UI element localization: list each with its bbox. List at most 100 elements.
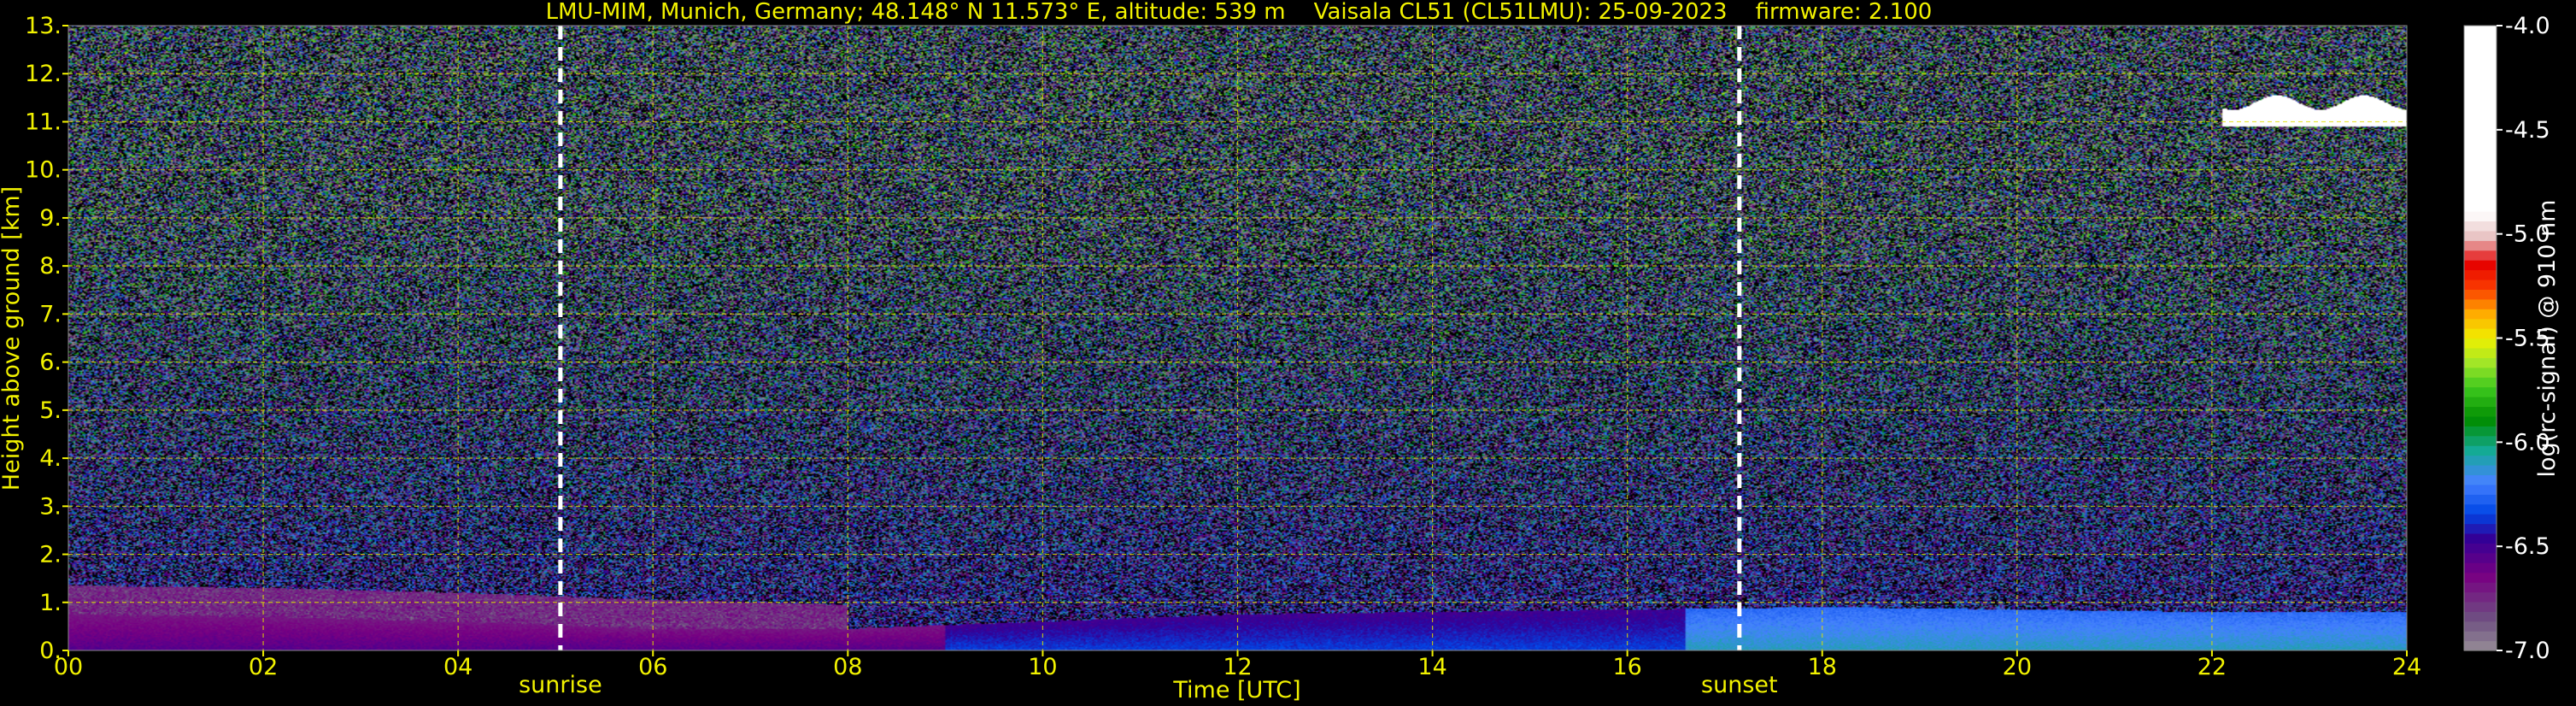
colorbar-segment — [2464, 44, 2497, 56]
x-tick-label: 10 — [1028, 654, 1057, 680]
colorbar-segment — [2464, 523, 2497, 534]
y-tick-label: 4. — [39, 445, 62, 472]
colorbar-segment — [2464, 162, 2497, 173]
y-tick-label: 5. — [39, 397, 62, 424]
colorbar-segment — [2464, 64, 2497, 75]
colorbar-segment — [2464, 328, 2497, 339]
y-tick-label: 10. — [25, 157, 62, 184]
y-tick-label: 11. — [25, 109, 62, 135]
x-tick-label: 20 — [2003, 654, 2032, 680]
x-tick-label: 22 — [2198, 654, 2227, 680]
colorbar-segment — [2464, 84, 2497, 95]
chart-title: LMU-MIM, Munich, Germany; 48.148° N 11.5… — [546, 0, 1933, 25]
colorbar-segment — [2464, 640, 2497, 651]
colorbar-segment — [2464, 152, 2497, 163]
y-tick-label: 3. — [39, 493, 62, 520]
colorbar-segment — [2464, 484, 2497, 495]
colorbar-segment — [2464, 172, 2497, 183]
colorbar-segment — [2464, 532, 2497, 544]
colorbar-segment — [2464, 260, 2497, 271]
colorbar-segment — [2464, 26, 2497, 37]
colorbar-segment — [2464, 269, 2497, 280]
colorbar-label: log(rc-signal) @ 910 nm — [2534, 200, 2561, 478]
colorbar-segment — [2464, 397, 2497, 408]
colorbar-segment — [2464, 582, 2497, 593]
colorbar-segment — [2464, 562, 2497, 574]
colorbar-segment — [2464, 474, 2497, 485]
sunset-label: sunset — [1701, 672, 1778, 698]
colorbar-segment — [2464, 338, 2497, 349]
sunrise-label: sunrise — [519, 672, 602, 698]
colorbar-segment — [2464, 435, 2497, 446]
colorbar-segment — [2464, 601, 2497, 612]
colorbar-segment — [2464, 211, 2497, 222]
colorbar-segment — [2464, 132, 2497, 144]
colorbar-segment — [2464, 298, 2497, 309]
colorbar-segment — [2464, 406, 2497, 417]
colorbar-segment — [2464, 103, 2497, 115]
colorbar-segment — [2464, 543, 2497, 554]
colorbar-segment — [2464, 347, 2497, 358]
colorbar-segment — [2464, 377, 2497, 388]
x-tick-label: 14 — [1417, 654, 1446, 680]
colorbar-segment — [2464, 552, 2497, 563]
y-tick-label: 2. — [39, 542, 62, 568]
colorbar-segment — [2464, 621, 2497, 632]
colorbar-segment — [2464, 426, 2497, 437]
colorbar-segment — [2464, 455, 2497, 466]
colorbar-segment — [2464, 191, 2497, 203]
colorbar-segment — [2464, 367, 2497, 378]
colorbar-segment — [2464, 494, 2497, 505]
y-tick-label: 12. — [25, 61, 62, 87]
x-tick-label: 16 — [1612, 654, 1641, 680]
y-tick-label: 7. — [39, 301, 62, 327]
y-axis-label: Height above ground [km] — [0, 186, 25, 491]
colorbar-segment — [2464, 240, 2497, 251]
colorbar-segment — [2464, 514, 2497, 525]
colorbar-segment — [2464, 631, 2497, 642]
colorbar-segment — [2464, 93, 2497, 104]
colorbar-segment — [2464, 230, 2497, 241]
colorbar-segment — [2464, 250, 2497, 261]
colorbar-segment — [2464, 415, 2497, 427]
x-tick-label: 06 — [638, 654, 667, 680]
colorbar-segment — [2464, 386, 2497, 397]
ceilometer-figure: LMU-MIM, Munich, Germany; 48.148° N 11.5… — [0, 0, 2576, 706]
colorbar-tick-label: -6.5 — [2505, 533, 2550, 560]
y-tick-label: 6. — [39, 350, 62, 376]
colorbar-segment — [2464, 318, 2497, 329]
colorbar-segment — [2464, 591, 2497, 603]
colorbar — [2463, 25, 2497, 651]
colorbar-segment — [2464, 221, 2497, 232]
colorbar-tick-label: -4.5 — [2505, 117, 2550, 144]
colorbar-segment — [2464, 201, 2497, 212]
colorbar-segment — [2464, 279, 2497, 290]
x-tick-label: 04 — [443, 654, 472, 680]
colorbar-segment — [2464, 572, 2497, 583]
y-tick-label: 13. — [25, 13, 62, 39]
colorbar-segment — [2464, 357, 2497, 368]
colorbar-segment — [2464, 74, 2497, 85]
colorbar-segment — [2464, 309, 2497, 320]
x-tick-label: 24 — [2392, 654, 2421, 680]
colorbar-segment — [2464, 55, 2497, 66]
x-axis-label: Time [UTC] — [1172, 677, 1300, 703]
colorbar-segment — [2464, 35, 2497, 46]
colorbar-tick-label: -4.0 — [2505, 13, 2550, 39]
colorbar-segment — [2464, 445, 2497, 456]
colorbar-tick-label: -7.0 — [2505, 638, 2550, 664]
colorbar-segment — [2464, 289, 2497, 300]
colorbar-segment — [2464, 464, 2497, 476]
y-tick-label: 9. — [39, 205, 62, 232]
y-tick-label: 1. — [39, 590, 62, 616]
colorbar-segment — [2464, 611, 2497, 622]
x-tick-label: 18 — [1808, 654, 1837, 680]
colorbar-segment — [2464, 181, 2497, 192]
colorbar-segment — [2464, 503, 2497, 515]
y-tick-label: 8. — [39, 253, 62, 279]
colorbar-segment — [2464, 143, 2497, 154]
x-tick-label: 02 — [249, 654, 278, 680]
colorbar-segment — [2464, 123, 2497, 134]
y-tick-label: 0. — [39, 638, 62, 664]
colorbar-segment — [2464, 113, 2497, 124]
